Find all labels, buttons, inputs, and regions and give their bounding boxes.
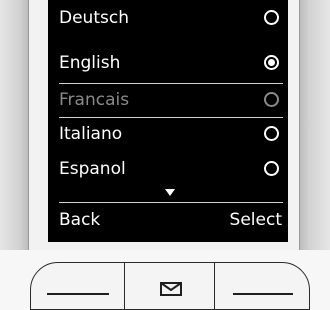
envelope-icon bbox=[160, 282, 182, 296]
radio-button-icon[interactable] bbox=[264, 126, 279, 141]
select-softkey-label[interactable]: Select bbox=[230, 210, 282, 230]
dash-icon bbox=[47, 293, 109, 295]
language-option-label: Deutsch bbox=[59, 8, 129, 28]
phone-bezel-left bbox=[0, 0, 29, 250]
radio-button-icon[interactable] bbox=[264, 10, 279, 25]
radio-button-selected-icon[interactable] bbox=[264, 55, 279, 70]
language-option-deutsch[interactable]: Deutsch bbox=[59, 1, 283, 35]
language-option-label: Francais bbox=[59, 90, 130, 110]
language-option-francais[interactable]: Francais bbox=[59, 83, 283, 117]
language-option-espanol[interactable]: Espanol bbox=[59, 152, 283, 186]
phone-display: Deutsch English Francais Italiano Espano… bbox=[48, 0, 288, 242]
left-softkey-button[interactable] bbox=[30, 262, 126, 310]
dash-icon bbox=[233, 293, 293, 295]
radio-button-icon[interactable] bbox=[264, 161, 279, 176]
phone-body: Deutsch English Francais Italiano Espano… bbox=[0, 0, 330, 310]
language-option-italiano[interactable]: Italiano bbox=[59, 117, 283, 151]
message-key-button[interactable] bbox=[124, 262, 216, 310]
divider bbox=[59, 202, 283, 203]
back-softkey-label[interactable]: Back bbox=[59, 210, 100, 230]
scroll-down-arrow-icon bbox=[165, 189, 175, 196]
language-option-english[interactable]: English bbox=[59, 46, 283, 80]
radio-button-icon[interactable] bbox=[264, 92, 279, 107]
right-softkey-button[interactable] bbox=[214, 262, 310, 310]
language-option-label: English bbox=[59, 53, 121, 73]
language-option-label: Italiano bbox=[59, 124, 123, 144]
language-option-label: Espanol bbox=[59, 159, 126, 179]
phone-bezel-right bbox=[299, 0, 330, 250]
